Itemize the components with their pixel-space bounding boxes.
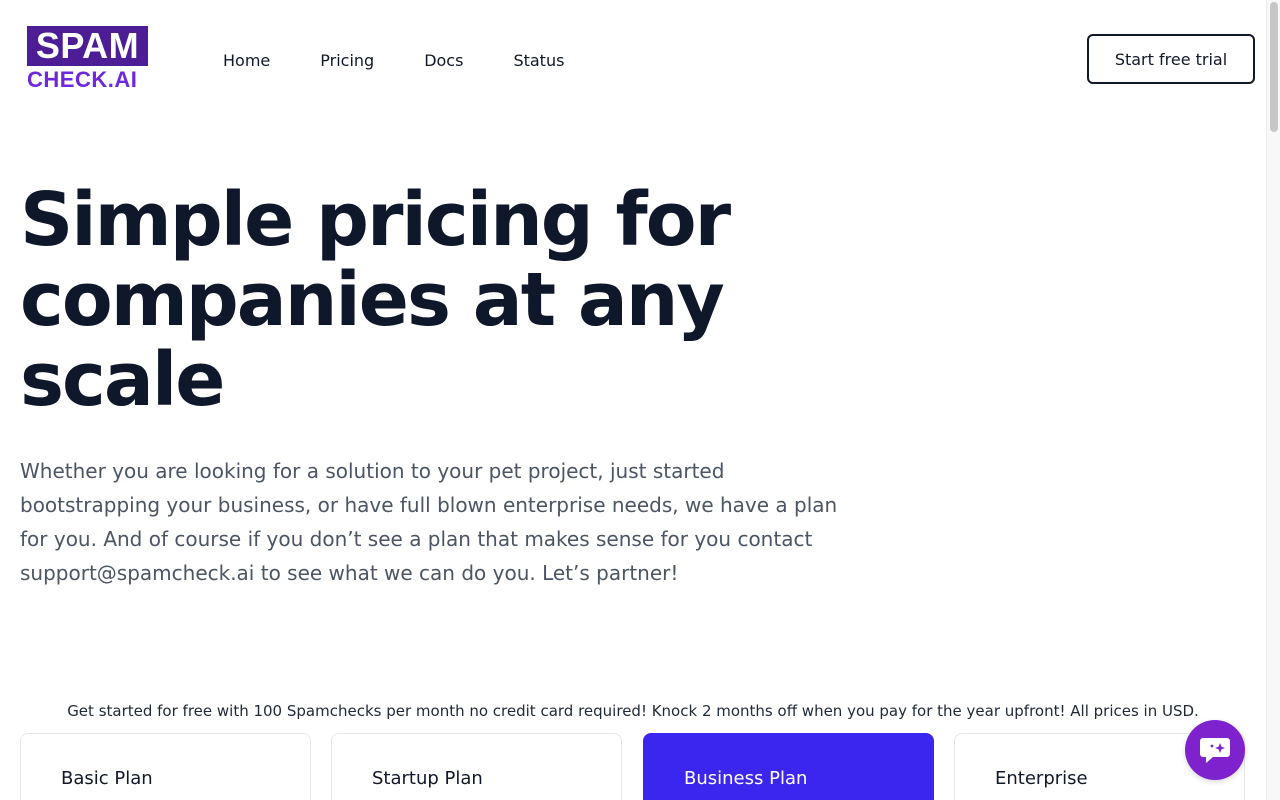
page-scrollbar[interactable]: [1266, 0, 1280, 800]
logo-top-text: SPAM: [27, 26, 148, 66]
logo-bottom-text: CHECK.AI: [27, 67, 138, 92]
plan-name: Basic Plan: [61, 768, 153, 789]
plan-name: Business Plan: [684, 768, 808, 789]
pricing-promo-text: Get started for free with 100 Spamchecks…: [67, 702, 1199, 720]
plan-name: Startup Plan: [372, 768, 483, 789]
plan-card-business[interactable]: Business Plan: [643, 733, 934, 800]
scrollbar-thumb[interactable]: [1270, 2, 1278, 132]
nav-pricing[interactable]: Pricing: [320, 50, 374, 72]
site-header: SPAM CHECK.AI Home Pricing Docs Status S…: [0, 0, 1266, 120]
spamcheck-logo[interactable]: SPAM CHECK.AI: [27, 26, 151, 94]
plan-name: Enterprise: [995, 768, 1088, 789]
start-free-trial-button[interactable]: Start free trial: [1087, 34, 1255, 84]
hero-description: Whether you are looking for a solution t…: [20, 459, 838, 585]
nav-status[interactable]: Status: [513, 50, 564, 72]
chat-bubble-sparkle-icon: [1200, 738, 1230, 763]
plan-card-startup[interactable]: Startup Plan: [331, 733, 622, 800]
plan-card-basic[interactable]: Basic Plan: [20, 733, 311, 800]
main-nav: Home Pricing Docs Status: [223, 50, 564, 72]
page-title: Simple pricing for companies at any scal…: [20, 177, 731, 423]
chat-widget-button[interactable]: [1185, 720, 1245, 780]
nav-docs[interactable]: Docs: [424, 50, 463, 72]
nav-home[interactable]: Home: [223, 50, 270, 72]
pricing-plans: Basic Plan Startup Plan Business Plan En…: [20, 733, 1246, 800]
